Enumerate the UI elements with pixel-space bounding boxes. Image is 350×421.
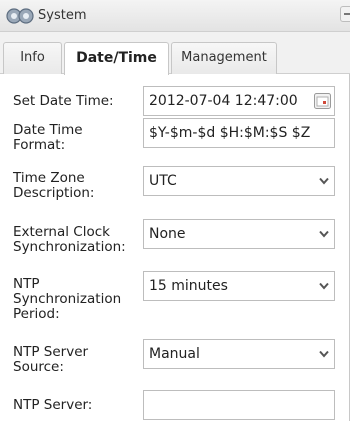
ntp-source-select[interactable]: Manual bbox=[143, 339, 335, 369]
ntp-period-value: 15 minutes bbox=[149, 278, 228, 294]
chevron-down-icon bbox=[319, 350, 329, 358]
ntp-server-label: NTP Server: bbox=[13, 397, 93, 413]
date-time-format-input[interactable]: $Y-$m-$d $H:$M:$S $Z bbox=[143, 118, 335, 148]
ntp-period-label-line2: Synchronization bbox=[13, 291, 122, 307]
time-zone-label: Time Zone Description: bbox=[13, 171, 141, 201]
date-time-format-label: Date Time Format: bbox=[13, 123, 141, 153]
set-date-time-label: Set Date Time: bbox=[13, 93, 114, 109]
chevron-down-icon bbox=[319, 282, 329, 290]
chevron-down-icon bbox=[319, 177, 329, 185]
time-zone-label-line1: Time Zone bbox=[13, 170, 85, 186]
tab-date-time-label: Date/Time bbox=[76, 50, 157, 66]
time-zone-select[interactable]: UTC bbox=[143, 166, 335, 196]
tab-info-label: Info bbox=[20, 50, 45, 65]
tab-management[interactable]: Management bbox=[171, 42, 277, 74]
external-clock-label-line1: External Clock bbox=[13, 224, 110, 240]
ntp-source-value: Manual bbox=[149, 346, 200, 362]
date-time-format-label-line2: Format: bbox=[13, 137, 66, 153]
date-time-format-label-line1: Date Time bbox=[13, 122, 83, 138]
time-zone-label-line2: Description: bbox=[13, 185, 95, 201]
system-panel: System Info Date/Time Management Set Dat… bbox=[0, 0, 350, 421]
ntp-source-label-line1: NTP Server bbox=[13, 344, 89, 360]
collapse-button[interactable] bbox=[340, 6, 350, 22]
tab-date-time[interactable]: Date/Time bbox=[64, 42, 169, 75]
external-clock-label-line2: Synchronization: bbox=[13, 239, 126, 255]
set-date-time-value: 2012-07-04 12:47:00 bbox=[149, 93, 298, 109]
panel-titlebar: System bbox=[0, 0, 350, 32]
tab-strip: Info Date/Time Management bbox=[0, 32, 350, 75]
external-clock-select[interactable]: None bbox=[143, 219, 335, 249]
ntp-source-label: NTP Server Source: bbox=[13, 345, 141, 375]
time-zone-value: UTC bbox=[149, 173, 177, 189]
ntp-period-label-line3: Period: bbox=[13, 306, 60, 322]
ntp-period-label-line1: NTP bbox=[13, 276, 40, 292]
chevron-down-icon bbox=[319, 230, 329, 238]
external-clock-label: External Clock Synchronization: bbox=[13, 225, 141, 255]
date-time-format-value: $Y-$m-$d $H:$M:$S $Z bbox=[149, 125, 311, 141]
ntp-period-select[interactable]: 15 minutes bbox=[143, 271, 335, 301]
gears-icon bbox=[6, 8, 34, 24]
ntp-server-input[interactable] bbox=[143, 390, 335, 420]
panel-title: System bbox=[38, 8, 87, 23]
external-clock-value: None bbox=[149, 226, 186, 242]
ntp-period-label: NTP Synchronization Period: bbox=[13, 277, 141, 322]
tab-management-label: Management bbox=[181, 50, 267, 65]
set-date-time-input[interactable]: 2012-07-04 12:47:00 bbox=[143, 86, 335, 116]
tab-info[interactable]: Info bbox=[3, 42, 62, 74]
ntp-source-label-line2: Source: bbox=[13, 359, 64, 375]
calendar-icon[interactable] bbox=[314, 93, 331, 109]
